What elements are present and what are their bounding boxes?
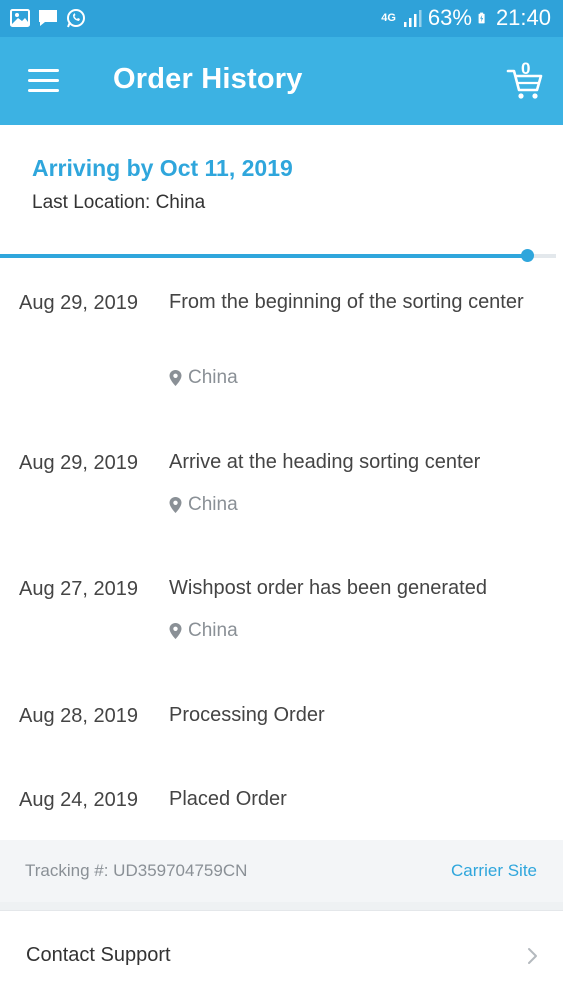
event-location-label: China [188,494,238,515]
tracking-number: Tracking #: UD359704759CN [25,861,248,880]
battery-percent: 63% [427,5,472,30]
location-pin-icon [169,623,182,639]
message-icon [39,10,57,26]
progress-fill [0,254,528,258]
cart-count-badge: 0 [521,59,531,78]
event-description: Arrive at the heading sorting center [169,451,481,473]
whatsapp-icon [67,9,85,28]
section-divider [0,902,563,910]
event-location-label: China [188,620,238,641]
event-date: Aug 24, 2019 [19,789,138,811]
event-date: Aug 28, 2019 [19,705,138,727]
app-bar: Order History 0 [0,37,563,125]
carrier-site-link[interactable]: Carrier Site [451,861,537,881]
event-description: Wishpost order has been generated [169,577,487,599]
system-status: 4G 63% 21:40 [381,5,551,31]
location-pin-icon [169,370,182,386]
tracking-progress-bar [0,249,556,262]
clock: 21:40 [495,5,551,30]
event-date: Aug 29, 2019 [19,292,138,314]
status-bar: 4G 63% 21:40 [0,0,563,37]
progress-dot [521,249,534,262]
event-date: Aug 29, 2019 [19,452,138,474]
event-location-label: China [188,367,238,388]
menu-button[interactable] [28,69,60,93]
contact-support-label: Contact Support [26,944,171,966]
event-location: China [169,494,238,516]
notification-icons [10,8,86,28]
event-location: China [169,620,238,642]
event-location: China [169,367,238,389]
tracking-info-bar: Tracking #: UD359704759CN Carrier Site [0,840,563,902]
chevron-right-icon [528,948,537,964]
menu-icon [28,69,59,72]
gallery-icon [10,9,30,27]
page-title: Order History [113,63,303,95]
location-pin-icon [169,497,182,513]
signal-icon [403,10,422,27]
event-date: Aug 27, 2019 [19,578,138,600]
arriving-date: Arriving by Oct 11, 2019 [32,155,293,181]
event-description: Processing Order [169,704,325,726]
event-description: From the beginning of the sorting center [169,291,524,313]
event-description: Placed Order [169,788,287,810]
delivery-summary: Arriving by Oct 11, 2019 Last Location: … [0,125,563,250]
battery-charging-icon [478,12,485,24]
last-location: Last Location: China [32,192,206,213]
network-type: 4G [381,12,396,24]
contact-support-button[interactable]: Contact Support [0,910,563,1000]
